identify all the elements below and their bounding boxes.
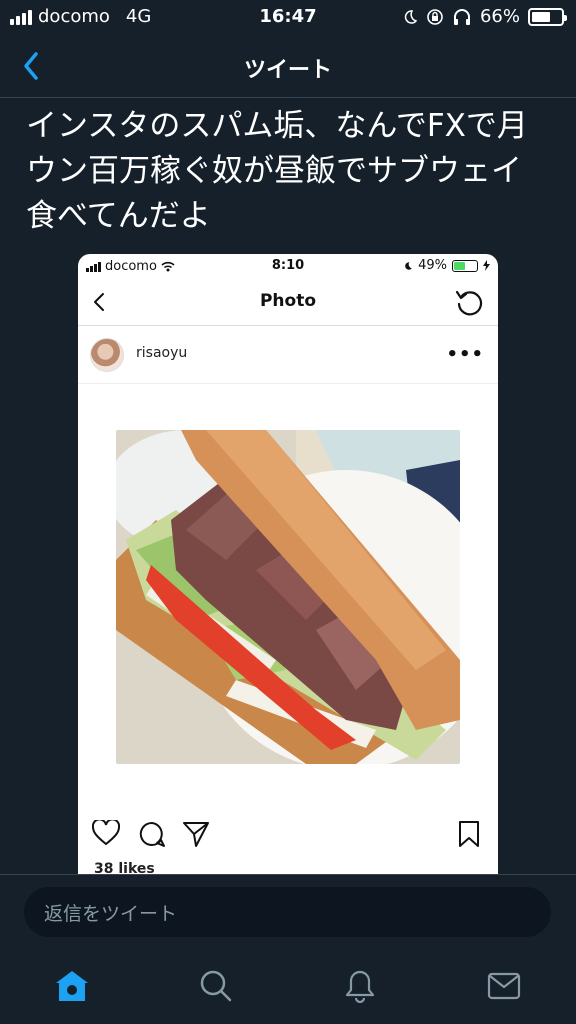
embedded-nav: Photo bbox=[78, 278, 498, 326]
tab-bar bbox=[0, 944, 576, 1024]
tweet-text: インスタのスパム垢、なんでFXで月 ウン百万稼ぐ奴が昼飯でサブウェイ 食べてんだ… bbox=[26, 104, 556, 239]
status-right: 66% bbox=[402, 6, 567, 27]
home-icon bbox=[56, 971, 88, 1001]
battery-icon bbox=[452, 259, 478, 272]
embedded-status-bar: docomo 8:10 49% bbox=[78, 254, 498, 278]
battery-icon bbox=[528, 7, 567, 26]
search-icon bbox=[200, 970, 232, 1002]
navigation-bar: ツイート bbox=[0, 34, 576, 98]
headphones-icon bbox=[453, 8, 470, 25]
tab-notifications[interactable] bbox=[340, 966, 380, 1006]
status-bar: docomo 4G 16:47 66% bbox=[0, 0, 576, 34]
bookmark-icon bbox=[459, 821, 479, 847]
embedded-actions bbox=[78, 816, 498, 856]
moon-icon bbox=[405, 261, 412, 270]
comment-icon bbox=[139, 821, 165, 847]
reply-bar: 返信をツイート bbox=[0, 874, 576, 944]
charging-icon bbox=[483, 260, 490, 271]
sandwich-photo bbox=[116, 430, 460, 764]
embedded-status-right: 49% bbox=[403, 258, 490, 273]
username: risaoyu bbox=[136, 345, 188, 361]
messages-icon bbox=[487, 972, 521, 1000]
avatar bbox=[90, 338, 124, 372]
embedded-title: Photo bbox=[259, 291, 317, 311]
tweet-line: 食べてんだよ bbox=[26, 198, 211, 234]
moon-icon bbox=[404, 9, 418, 24]
embedded-post-header: risaoyu ••• bbox=[78, 326, 498, 384]
embedded-battery-percent: 49% bbox=[418, 258, 447, 273]
tab-messages[interactable] bbox=[484, 966, 524, 1006]
tweet-image[interactable]: docomo 8:10 49% Photo risaoyu ••• 38 lik… bbox=[78, 254, 498, 874]
tweet-line: インスタのスパム垢、なんでFXで月 bbox=[26, 108, 528, 144]
page-title: ツイート bbox=[243, 58, 332, 83]
notifications-icon bbox=[345, 970, 375, 1003]
tab-search[interactable] bbox=[196, 966, 236, 1006]
tab-home[interactable] bbox=[52, 966, 92, 1006]
tweet-line: ウン百万稼ぐ奴が昼飯でサブウェイ bbox=[26, 153, 522, 189]
more-icon: ••• bbox=[446, 344, 484, 365]
likes-count: 38 likes bbox=[94, 861, 155, 874]
battery-percent: 66% bbox=[479, 6, 520, 27]
refresh-icon bbox=[455, 290, 483, 316]
rotation-lock-icon bbox=[427, 8, 443, 25]
heart-icon bbox=[92, 820, 120, 846]
reply-input[interactable]: 返信をツイート bbox=[24, 887, 551, 937]
share-icon bbox=[183, 822, 209, 847]
